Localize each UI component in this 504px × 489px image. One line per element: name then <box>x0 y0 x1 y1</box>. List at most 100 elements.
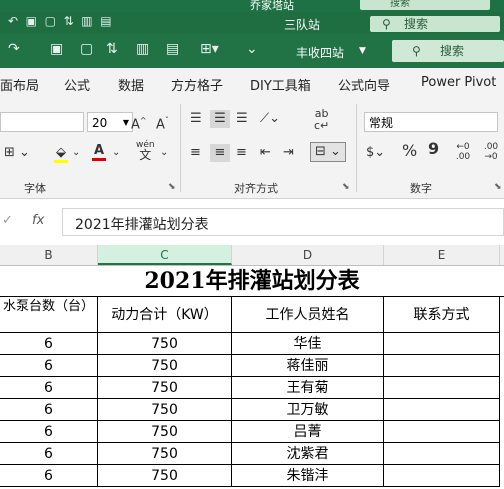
tab-formulas[interactable]: 公式 <box>64 75 90 94</box>
insert-function-icon[interactable]: fx <box>32 213 44 228</box>
chevron-down-icon[interactable]: ⌄ <box>160 144 168 162</box>
header-pump-count[interactable]: 水泵台数（台） <box>0 297 98 333</box>
shape-icon[interactable]: ▤ <box>166 41 179 57</box>
orientation-icon[interactable]: ⟋⌄ <box>260 110 280 128</box>
search-label: 搜索 <box>404 17 429 31</box>
align-left-icon[interactable]: ≡ <box>190 144 201 162</box>
tab-diy-toolbox[interactable]: DIY工具箱 <box>250 75 311 94</box>
currency-symbol: $ <box>366 145 375 160</box>
pump-count-cell[interactable]: 6 <box>0 333 98 355</box>
search-box[interactable]: ⚲ 搜索 <box>370 16 500 32</box>
text-box-icon[interactable]: ⊞▾ <box>200 41 219 57</box>
tab-formula-wizard[interactable]: 公式向导 <box>338 75 390 94</box>
shrink-font-icon[interactable]: Aˇ <box>156 112 169 134</box>
staff-name-cell[interactable]: 沈紫君 <box>232 443 384 465</box>
sheet-grid: 2021年排灌站划分表 水泵台数（台） 动力合计（KW） 工作人员姓名 联系方式… <box>0 265 504 489</box>
phonetic-icon[interactable]: wén 文 <box>136 140 155 161</box>
chevron-down-icon[interactable]: ⌄ <box>112 144 120 162</box>
percent-icon[interactable]: % <box>402 142 417 160</box>
font-size-box[interactable]: 20 ▼ <box>87 112 133 132</box>
pump-count-cell[interactable]: 6 <box>0 421 98 443</box>
ribbon-tabs: 面布局 公式 数据 方方格子 DIY工具箱 公式向导 Power Pivot <box>0 68 504 98</box>
align-bottom-icon[interactable]: ☰ <box>236 110 248 128</box>
staff-name-cell[interactable]: 朱锴沣 <box>232 465 384 487</box>
tab-power-pivot[interactable]: Power Pivot <box>421 75 496 90</box>
tab-data[interactable]: 数据 <box>118 75 144 94</box>
pump-count-cell[interactable]: 6 <box>0 355 98 377</box>
more-icon[interactable]: ⌄ <box>246 41 258 57</box>
tab-page-layout[interactable]: 面布局 <box>0 75 39 94</box>
search-box[interactable]: ⚲ 搜索 <box>392 40 504 62</box>
background-window-bar-2: ↶ ▣ ▢ ⇅ ▥ ▤ 三队站 ⚲ 搜索 <box>0 12 504 34</box>
pump-count-cell[interactable]: 6 <box>0 443 98 465</box>
power-cell[interactable]: 750 <box>98 377 232 399</box>
number-format-box[interactable]: 常规 <box>364 112 498 132</box>
header-contact[interactable]: 联系方式 <box>384 297 500 333</box>
increase-decimal-icon[interactable]: ←0 .00 <box>452 142 474 162</box>
header-staff-name[interactable]: 工作人员姓名 <box>232 297 384 333</box>
power-cell[interactable]: 750 <box>98 465 232 487</box>
power-cell[interactable]: 750 <box>98 421 232 443</box>
decrease-indent-icon[interactable]: ⇤ <box>260 144 271 162</box>
contact-cell[interactable] <box>384 421 500 443</box>
contact-cell[interactable] <box>384 333 500 355</box>
column-header-c[interactable]: C <box>98 245 232 265</box>
chevron-down-icon: ▼ <box>122 118 129 127</box>
column-header-e[interactable]: E <box>384 245 500 265</box>
dialog-launcher-icon[interactable]: ⬊ <box>168 182 176 192</box>
pump-count-cell[interactable]: 6 <box>0 399 98 421</box>
new-file-icon[interactable]: ▢ <box>80 41 93 57</box>
contact-cell[interactable] <box>384 465 500 487</box>
borders-icon[interactable]: ⊞ ⌄ <box>4 144 30 162</box>
merge-center-button[interactable]: ⊟ ⌄ <box>310 142 346 162</box>
contact-cell[interactable] <box>384 355 500 377</box>
header-power-total[interactable]: 动力合计（KW） <box>98 297 232 333</box>
search-box[interactable]: 搜索 <box>360 0 490 10</box>
align-middle-icon[interactable]: ☰ <box>210 110 230 128</box>
comma-style-icon[interactable]: 9 <box>428 140 439 158</box>
contact-cell[interactable] <box>384 399 500 421</box>
align-right-icon[interactable]: ≡ <box>236 144 247 162</box>
font-color-icon[interactable]: A <box>92 142 106 161</box>
power-cell[interactable]: 750 <box>98 399 232 421</box>
sort-icon[interactable]: ⇅ <box>106 41 118 57</box>
ribbon: 20 ▼ A^ Aˇ ⊞ ⌄ ⬙ ⌄ A ⌄ wén 文 ⌄ 字体 ⬊ ☰ ☰ … <box>0 98 504 199</box>
currency-icon[interactable]: $⌄ <box>366 144 385 162</box>
power-cell[interactable]: 750 <box>98 355 232 377</box>
increase-indent-icon[interactable]: ⇥ <box>283 144 294 162</box>
column-header-d[interactable]: D <box>232 245 384 265</box>
decrease-decimal-icon[interactable]: .00 →0 <box>480 142 502 162</box>
staff-name-cell[interactable]: 吕菁 <box>232 421 384 443</box>
search-icon: ⚲ <box>412 44 421 58</box>
power-cell[interactable]: 750 <box>98 333 232 355</box>
dialog-launcher-icon[interactable]: ⬊ <box>342 182 350 192</box>
contact-cell[interactable] <box>384 443 500 465</box>
pump-count-cell[interactable]: 6 <box>0 377 98 399</box>
cancel-icon[interactable]: ✓ <box>2 213 13 228</box>
contact-cell[interactable] <box>384 377 500 399</box>
staff-name-cell[interactable]: 王有菊 <box>232 377 384 399</box>
column-header-b[interactable]: B <box>0 245 98 265</box>
table-icon[interactable]: ▥ <box>136 41 149 57</box>
staff-name-cell[interactable]: 卫万敏 <box>232 399 384 421</box>
font-size-value: 20 <box>92 116 108 130</box>
power-cell[interactable]: 750 <box>98 443 232 465</box>
grow-font-icon[interactable]: A^ <box>131 112 147 134</box>
font-name-box[interactable] <box>0 112 84 132</box>
chevron-down-icon[interactable]: ⌄ <box>72 144 80 162</box>
dialog-launcher-icon[interactable]: ⬊ <box>494 182 502 192</box>
staff-name-cell[interactable]: 蒋佳丽 <box>232 355 384 377</box>
pump-count-cell[interactable]: 6 <box>0 465 98 487</box>
tab-fangfanggezi[interactable]: 方方格子 <box>171 75 223 94</box>
sheet-title[interactable]: 2021年排灌站划分表 <box>0 265 504 297</box>
fill-color-icon[interactable]: ⬙ <box>54 144 68 163</box>
print-preview-icon[interactable]: ▣ <box>50 41 63 57</box>
wrap-text-icon[interactable]: ab c↵ <box>314 108 329 132</box>
staff-name-cell[interactable]: 华佳 <box>232 333 384 355</box>
formula-input[interactable]: 2021年排灌站划分表 <box>62 208 504 236</box>
align-center-icon[interactable]: ≡ <box>210 144 230 162</box>
redo-icon[interactable]: ↷ <box>8 41 20 57</box>
align-top-icon[interactable]: ☰ <box>190 110 202 128</box>
chevron-down-icon[interactable]: ▼ <box>359 46 366 56</box>
number-group-label: 数字 <box>410 182 432 195</box>
